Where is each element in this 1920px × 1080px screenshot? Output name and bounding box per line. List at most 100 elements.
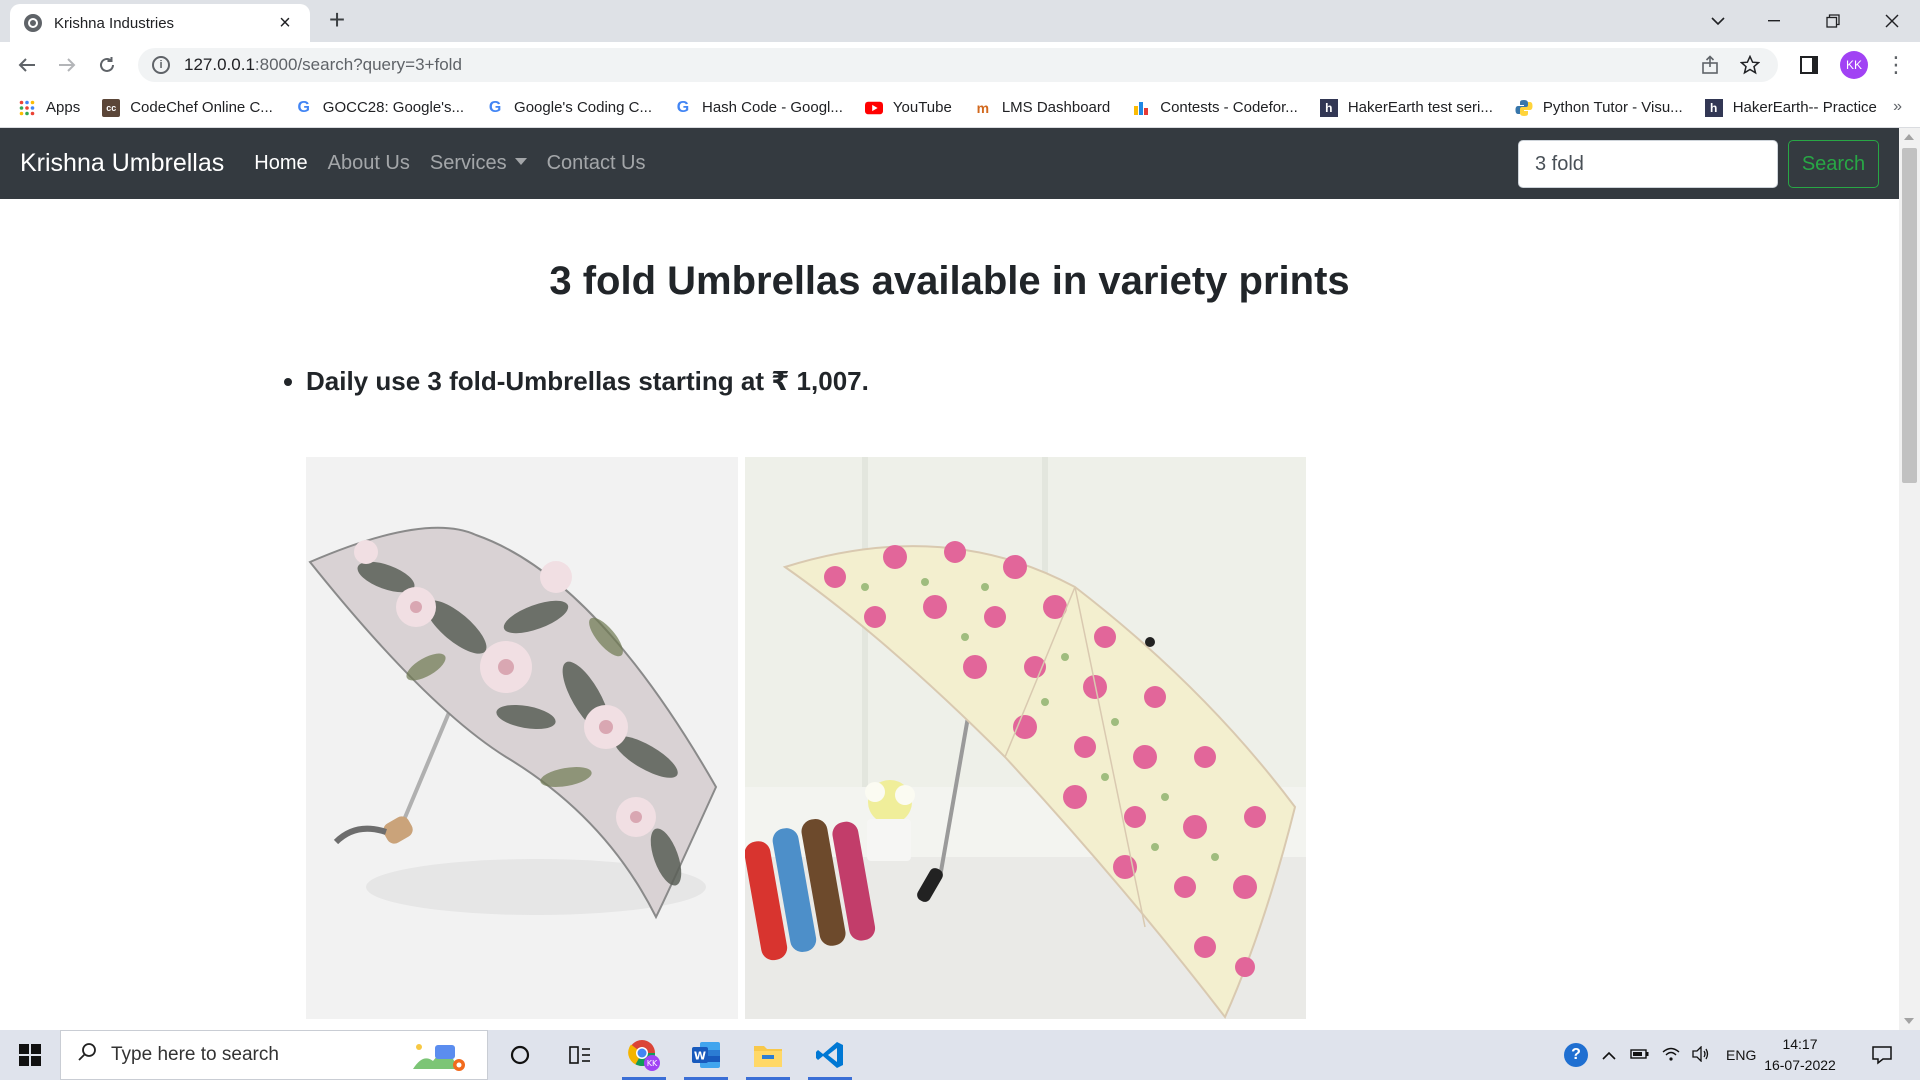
bookmark-label: Hash Code - Googl... <box>701 99 843 116</box>
url-host: 127.0.0.1 <box>184 55 255 74</box>
bookmark-label: Python Tutor - Visu... <box>1542 99 1683 116</box>
apps-grid-icon <box>18 99 36 117</box>
bookmark-star-icon[interactable] <box>1739 54 1761 75</box>
tab-title: Krishna Industries <box>54 14 175 32</box>
scroll-up-arrow-icon[interactable] <box>1904 134 1914 140</box>
nav-services-dropdown[interactable]: Services <box>430 152 527 175</box>
dropdown-caret-icon <box>514 158 527 166</box>
reload-button[interactable] <box>92 50 122 80</box>
nav-services-label: Services <box>429 152 507 174</box>
windows-logo-icon <box>19 1044 41 1066</box>
svg-text:W: W <box>694 1050 706 1063</box>
close-window-button[interactable] <box>1864 0 1920 42</box>
file-explorer-taskbar-icon[interactable] <box>742 1030 794 1080</box>
browser-tab-strip: Krishna Industries × + <box>0 0 1920 42</box>
new-tab-button[interactable]: + <box>323 6 351 34</box>
language-indicator[interactable]: ENG <box>1726 1047 1756 1063</box>
tab-search-chevron-icon[interactable] <box>1690 0 1746 42</box>
browser-menu-icon[interactable]: ⋮ <box>1885 53 1907 77</box>
search-highlight-icon <box>409 1039 467 1078</box>
bookmark-label: Contests - Codefor... <box>1160 99 1298 116</box>
bookmark-hackerearth-practice[interactable]: h HakerEarth-- Practice <box>1704 98 1877 117</box>
python-icon <box>1515 99 1533 117</box>
svg-text:KK: KK <box>647 1059 658 1068</box>
site-search-input[interactable]: 3 fold <box>1518 140 1778 188</box>
bookmarks-bar: Apps cc CodeChef Online C... G GOCC28: G… <box>0 88 1920 128</box>
clock-time: 14:17 <box>1782 1036 1818 1052</box>
search-icon <box>77 1042 97 1068</box>
taskbar-search-box[interactable]: Type here to search <box>60 1030 488 1080</box>
share-icon[interactable] <box>1700 55 1720 75</box>
bookmark-apps[interactable]: Apps <box>18 99 80 117</box>
bookmark-google-coding[interactable]: G Google's Coding C... <box>486 99 652 117</box>
minimize-button[interactable] <box>1746 0 1802 42</box>
google-icon: G <box>676 98 690 116</box>
taskbar-clock[interactable]: 14:17 16-07-2022 <box>1760 1034 1840 1076</box>
start-button[interactable] <box>0 1030 60 1080</box>
notifications-icon[interactable] <box>1856 1030 1908 1080</box>
codechef-icon: cc <box>102 98 121 117</box>
bookmark-codechef[interactable]: cc CodeChef Online C... <box>102 98 273 117</box>
url-text: 127.0.0.1:8000/search?query=3+fold <box>184 55 462 75</box>
bookmarks-overflow-button[interactable]: » <box>1893 98 1902 116</box>
scroll-down-arrow-icon[interactable] <box>1904 1018 1914 1024</box>
site-search-button[interactable]: Search <box>1788 140 1879 188</box>
nav-about-us[interactable]: About Us <box>328 152 410 175</box>
bookmark-hackerearth-test[interactable]: h HakerEarth test seri... <box>1319 98 1493 117</box>
site-navbar: Krishna Umbrellas Home About Us Services… <box>0 128 1899 199</box>
youtube-icon <box>864 99 883 117</box>
battery-icon[interactable] <box>1630 1047 1650 1063</box>
price-bullet: Daily use 3 fold-Umbrellas starting at ₹… <box>284 366 869 397</box>
bookmark-hash-code[interactable]: G Hash Code - Googl... <box>674 99 843 117</box>
back-button[interactable] <box>12 50 42 80</box>
tab-close-button[interactable]: × <box>274 12 296 34</box>
chevron-up-icon[interactable] <box>1602 1047 1616 1063</box>
windows-taskbar: Type here to search KK W ? ENG 14:17 16-… <box>0 1030 1920 1080</box>
bookmark-youtube[interactable]: YouTube <box>864 99 952 117</box>
bookmark-label: HakerEarth test seri... <box>1347 99 1493 116</box>
page-content: 3 fold Umbrellas available in variety pr… <box>0 199 1899 1030</box>
profile-avatar[interactable]: KK <box>1840 51 1868 79</box>
bookmark-lms-dashboard[interactable]: m LMS Dashboard <box>974 99 1111 117</box>
bookmark-label: HakerEarth-- Practice <box>1732 99 1877 116</box>
bookmark-label: LMS Dashboard <box>1001 99 1111 116</box>
hackerearth-icon: h <box>1319 98 1338 117</box>
bookmark-label: YouTube <box>892 99 952 116</box>
cortana-icon[interactable] <box>494 1030 546 1080</box>
address-bar[interactable]: i 127.0.0.1:8000/search?query=3+fold <box>138 48 1778 82</box>
task-view-icon[interactable] <box>554 1030 606 1080</box>
volume-icon[interactable] <box>1692 1044 1710 1065</box>
google-icon: G <box>297 98 310 116</box>
site-info-icon[interactable]: i <box>152 56 170 74</box>
browser-tab[interactable]: Krishna Industries × <box>10 4 310 42</box>
bookmark-label: Apps <box>46 99 81 116</box>
price-bullet-text: Daily use 3 fold-Umbrellas starting at ₹… <box>306 366 869 396</box>
vscode-taskbar-icon[interactable] <box>804 1030 856 1080</box>
pink-rose-umbrella-image <box>745 457 1306 1019</box>
restore-button[interactable] <box>1805 0 1861 42</box>
nav-home[interactable]: Home <box>254 152 307 175</box>
codeforces-icon <box>1132 99 1150 117</box>
page-scrollbar[interactable] <box>1899 128 1920 1030</box>
side-panel-icon[interactable] <box>1800 56 1818 74</box>
bookmark-label: CodeChef Online C... <box>130 99 273 116</box>
nav-contact-us[interactable]: Contact Us <box>547 152 646 175</box>
site-brand[interactable]: Krishna Umbrellas <box>20 149 224 178</box>
hackerearth-icon: h <box>1704 98 1723 117</box>
bookmark-label: Google's Coding C... <box>514 99 652 116</box>
system-tray: ? ENG <box>1564 1030 1756 1080</box>
globe-icon <box>24 14 42 32</box>
forward-button[interactable] <box>52 50 82 80</box>
chrome-taskbar-icon[interactable]: KK <box>618 1030 670 1080</box>
taskbar-search-placeholder: Type here to search <box>111 1044 279 1065</box>
floral-umbrella-image <box>306 457 738 1019</box>
scrollbar-thumb[interactable] <box>1902 148 1917 483</box>
wifi-icon[interactable] <box>1662 1046 1680 1065</box>
browser-toolbar: i 127.0.0.1:8000/search?query=3+fold KK … <box>0 42 1920 88</box>
help-icon[interactable]: ? <box>1564 1043 1588 1067</box>
url-path: :8000/search?query=3+fold <box>254 55 462 74</box>
bookmark-gocc28[interactable]: G GOCC28: Google's... <box>295 98 465 117</box>
word-taskbar-icon[interactable]: W <box>680 1030 732 1080</box>
bookmark-codeforces[interactable]: Contests - Codefor... <box>1132 99 1298 117</box>
bookmark-python-tutor[interactable]: Python Tutor - Visu... <box>1515 99 1683 117</box>
